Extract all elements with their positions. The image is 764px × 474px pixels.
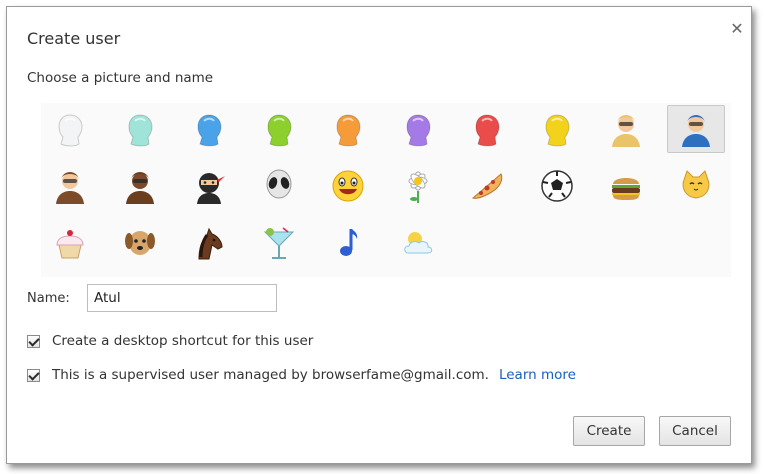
avatar-superhero-icon: [681, 115, 710, 147]
avatar-head-blue[interactable]: [180, 105, 238, 153]
avatar-man[interactable]: [111, 162, 169, 210]
avatar-head-green-icon: [266, 114, 292, 147]
avatar-alien-icon: [266, 169, 291, 199]
avatar-cupcake[interactable]: [41, 219, 99, 267]
dialog-title: Create user: [27, 29, 121, 48]
avatar-cupcake-icon: [56, 230, 84, 259]
supervised-user-checkbox[interactable]: [27, 368, 40, 382]
avatar-head-blue-icon: [197, 114, 222, 147]
avatar-head-red[interactable]: [458, 105, 516, 153]
avatar-businesswoman[interactable]: [597, 105, 655, 153]
avatar-head-yellow[interactable]: [528, 105, 586, 153]
avatar-soccer-ball-icon: [540, 170, 573, 202]
avatar-dog-icon: [124, 231, 155, 255]
avatar-pizza[interactable]: [458, 162, 516, 210]
avatar-alien[interactable]: [250, 162, 308, 210]
avatar-sun-cloud-icon: [403, 232, 432, 254]
avatar-burger-icon: [612, 178, 640, 200]
avatar-horse[interactable]: [180, 219, 238, 267]
avatar-dog[interactable]: [111, 219, 169, 267]
avatar-woman-sunglasses[interactable]: [41, 162, 99, 210]
avatar-pizza-icon: [472, 173, 503, 199]
avatar-horse-icon: [198, 227, 223, 260]
close-icon[interactable]: ✕: [729, 21, 745, 37]
avatar-cat-icon: [682, 170, 709, 199]
avatar-music-note-icon: [340, 229, 358, 256]
avatar-head-yellow-icon: [544, 114, 570, 147]
desktop-shortcut-checkbox[interactable]: [27, 334, 40, 348]
avatar-head-purple-icon: [405, 114, 431, 147]
desktop-shortcut-label: Create a desktop shortcut for this user: [52, 333, 314, 349]
avatar-head-white[interactable]: [41, 105, 99, 153]
name-input[interactable]: [87, 284, 277, 312]
avatar-cocktail[interactable]: [250, 219, 308, 267]
learn-more-link[interactable]: Learn more: [499, 367, 576, 383]
avatar-flower-icon: [408, 171, 427, 203]
avatar-ninja[interactable]: [180, 162, 238, 210]
supervised-user-row: This is a supervised user managed by bro…: [27, 367, 576, 383]
supervised-user-label: This is a supervised user managed by bro…: [52, 367, 489, 383]
create-button[interactable]: Create: [573, 416, 645, 446]
name-label: Name:: [27, 291, 70, 306]
avatar-soccer-ball[interactable]: [528, 162, 586, 210]
avatar-music-note[interactable]: [319, 219, 377, 267]
avatar-woman-sunglasses-icon: [56, 172, 84, 204]
avatar-flower[interactable]: [389, 162, 447, 210]
avatar-businesswoman-icon: [612, 115, 640, 147]
avatar-head-teal[interactable]: [111, 105, 169, 153]
avatar-man-icon: [125, 172, 154, 204]
avatar-head-purple[interactable]: [389, 105, 447, 153]
avatar-head-red-icon: [475, 114, 500, 147]
avatar-head-orange[interactable]: [319, 105, 377, 153]
avatar-smiley[interactable]: [319, 162, 377, 210]
cancel-button[interactable]: Cancel: [659, 416, 731, 446]
avatar-head-orange-icon: [336, 114, 361, 147]
avatar-burger[interactable]: [597, 162, 655, 210]
desktop-shortcut-row: Create a desktop shortcut for this user: [27, 333, 313, 349]
avatar-head-green[interactable]: [250, 105, 308, 153]
avatar-smiley-icon: [332, 170, 364, 202]
avatar-head-teal-icon: [127, 114, 153, 147]
avatar-head-white-icon: [58, 114, 83, 147]
avatar-cat[interactable]: [667, 162, 725, 210]
avatar-picker: [41, 103, 731, 277]
avatar-cocktail-icon: [263, 227, 294, 259]
avatar-ninja-icon: [197, 173, 225, 204]
avatar-sun-cloud[interactable]: [389, 219, 447, 267]
dialog-subtitle: Choose a picture and name: [27, 70, 214, 86]
create-user-dialog: ✕ Create user Choose a picture and name …: [6, 6, 752, 464]
avatar-superhero[interactable]: [666, 105, 725, 153]
